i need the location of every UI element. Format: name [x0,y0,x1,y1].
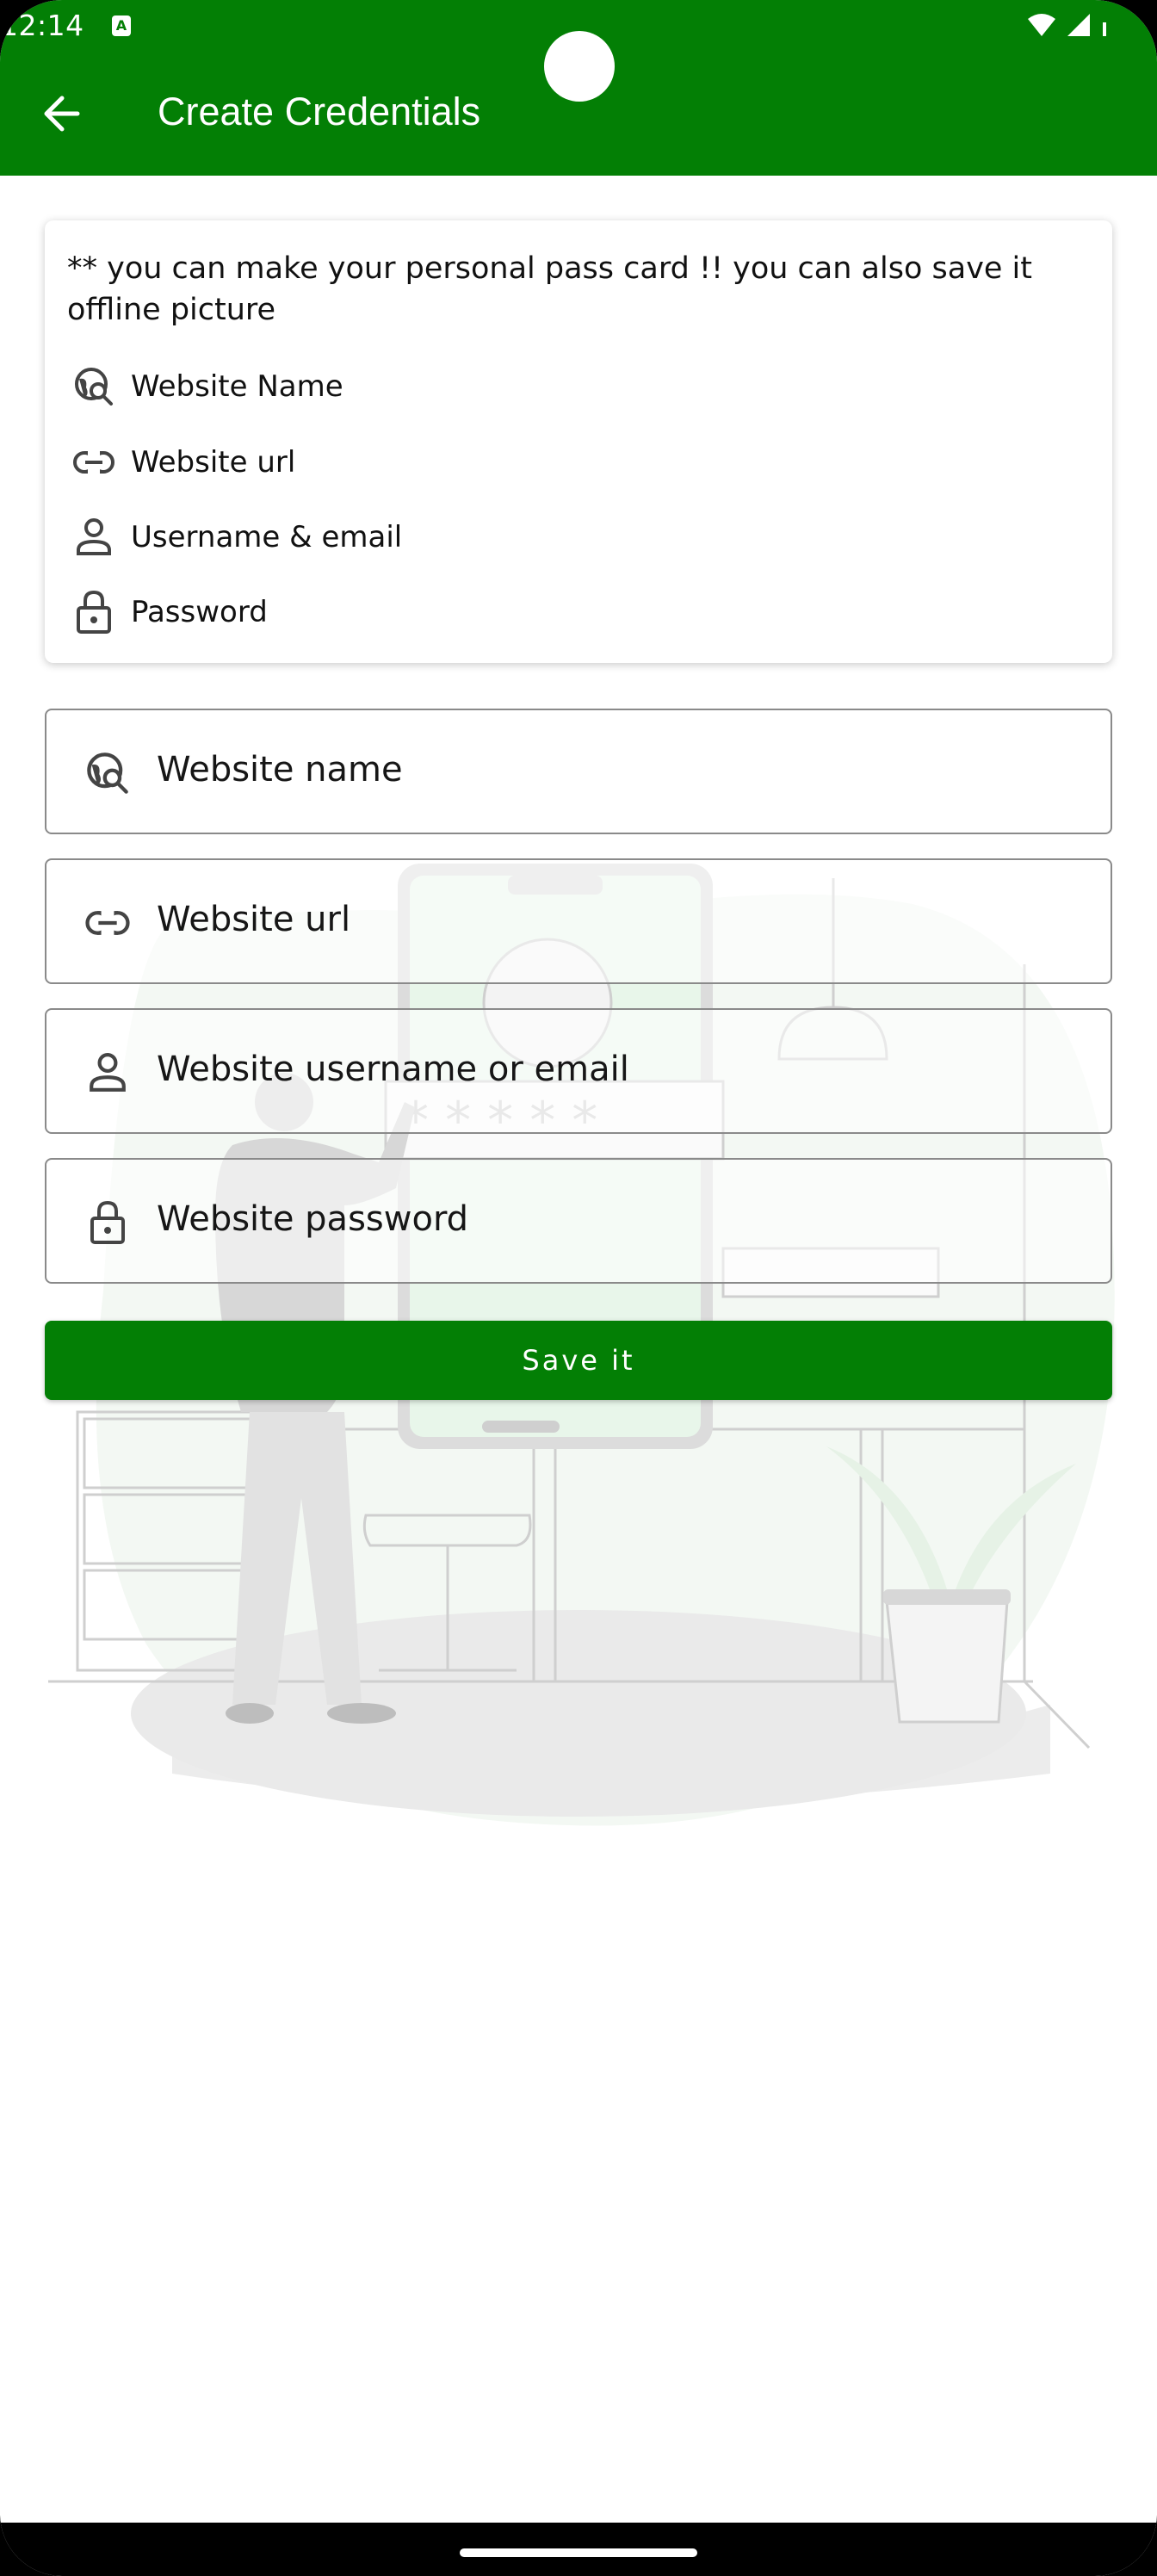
website-url-field[interactable]: Website url [45,858,1112,984]
legend-item-website-url: Website url [71,439,295,486]
legend-label: Password [131,595,268,629]
website-name-placeholder: Website name [157,750,403,790]
username-email-placeholder: Website username or email [157,1050,629,1089]
person-icon [71,514,117,560]
website-url-placeholder: Website url [157,900,351,939]
globe-search-icon [71,363,117,410]
status-icons [1026,12,1109,38]
legend-item-website-name: Website Name [71,363,343,410]
page-title: Create Credentials [158,90,481,133]
info-text: ** you can make your personal pass card … [67,251,1033,327]
battery-icon [1103,22,1106,36]
home-indicator[interactable] [460,2548,697,2557]
username-email-field[interactable]: Website username or email [45,1008,1112,1134]
lock-icon [83,1198,133,1248]
camera-cutout [544,31,615,102]
legend-item-username: Username & email [71,514,402,560]
info-card: ** you can make your personal pass card … [45,220,1112,663]
globe-search-icon [83,748,133,798]
website-name-field[interactable]: Website name [45,709,1112,834]
legend-label: Username & email [131,520,403,554]
link-icon [83,898,133,948]
wifi-icon [1028,14,1055,36]
back-arrow-icon[interactable] [38,90,86,138]
app-bar: 12:14 A Create Credentials [0,0,1157,176]
password-field[interactable]: Website password [45,1158,1112,1284]
screen: 12:14 A Create Credentials ** you can ma… [0,0,1157,2576]
person-icon [83,1048,133,1098]
save-button[interactable]: Save it [45,1321,1112,1400]
signal-icon [1067,14,1090,36]
legend-label: Website Name [131,369,343,404]
legend-item-password: Password [71,589,268,635]
link-icon [71,439,117,486]
status-time: 12:14 [0,9,84,42]
legend-label: Website url [131,445,296,480]
notification-icon: A [112,15,131,36]
lock-icon [71,589,117,635]
password-placeholder: Website password [157,1199,469,1239]
